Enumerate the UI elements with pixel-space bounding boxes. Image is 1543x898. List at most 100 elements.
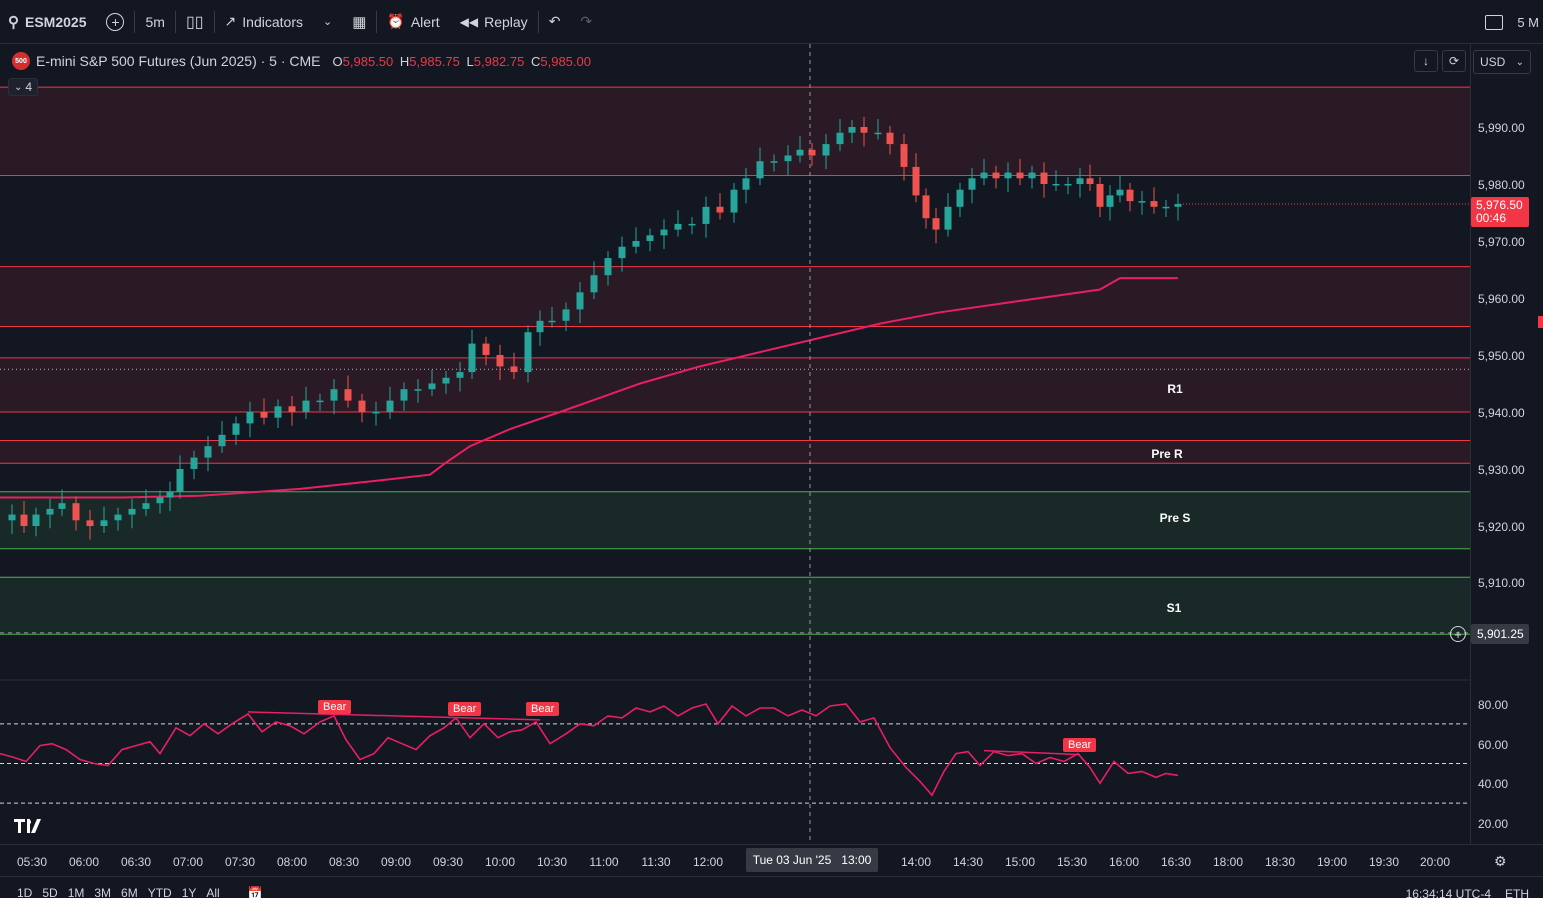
candle-body [1064, 184, 1072, 186]
candle-body [1106, 195, 1114, 207]
crosshair-time-badge: Tue 03 Jun '25 13:00 [746, 848, 878, 872]
currency-select[interactable]: USD ⌄ [1473, 50, 1531, 74]
toolbar-right-text[interactable]: 5 M [1517, 15, 1539, 30]
session-label[interactable]: ETH [1505, 887, 1529, 898]
candle-body [956, 189, 964, 207]
candle-body [32, 514, 40, 526]
price-tick: 5,920.00 [1478, 520, 1525, 534]
price-tick: 5,930.00 [1478, 463, 1525, 477]
range-6m-button[interactable]: 6M [116, 886, 143, 898]
add-alert-icon[interactable]: + [1450, 626, 1466, 642]
price-tick: 5,980.00 [1478, 178, 1525, 192]
rsi-tick: 40.00 [1478, 777, 1509, 791]
reset-chart-button[interactable]: ⟳ [1442, 50, 1466, 72]
range-3m-button[interactable]: 3M [89, 886, 116, 898]
candle-body [86, 520, 94, 526]
indicator-templates-button[interactable]: ⌄ [313, 0, 342, 44]
alarm-clock-icon: ⏰ [387, 13, 405, 29]
candle-body [756, 161, 764, 179]
candle-body [730, 189, 738, 213]
layouts-button[interactable]: ▦ [342, 0, 376, 44]
time-tick: 19:30 [1368, 855, 1400, 869]
compare-button[interactable]: + [96, 0, 134, 44]
candle-body [822, 144, 830, 156]
chart-type-button[interactable]: ▯▯ [176, 0, 214, 44]
candle-body [190, 457, 198, 469]
candle-body [836, 132, 844, 145]
replay-label: Replay [484, 13, 528, 30]
candle-body [536, 320, 544, 333]
refresh-icon: ⟳ [1448, 54, 1460, 68]
series-legend[interactable]: 500 E-mini S&P 500 Futures (Jun 2025) · … [8, 52, 595, 70]
candle-body [100, 520, 108, 526]
indicators-button[interactable]: ↗ Indicators [215, 0, 313, 44]
crosshair-date: Tue 03 Jun '25 [752, 853, 832, 867]
candle-body [944, 206, 952, 230]
range-ytd-button[interactable]: YTD [143, 886, 177, 898]
bottom-bar-right: 16:34:14 UTC-4 ETH [1406, 887, 1529, 898]
undo-button[interactable]: ↶ [539, 0, 571, 44]
range-1m-button[interactable]: 1M [63, 886, 90, 898]
candle-body [330, 389, 338, 401]
ohlc-high: 5,985.75 [409, 53, 460, 69]
candle-body [702, 206, 710, 224]
currency-label: USD [1480, 55, 1506, 69]
candle-body [932, 218, 940, 230]
price-axis[interactable] [1470, 44, 1536, 844]
interval-button[interactable]: 5m [135, 0, 174, 44]
symbol-search[interactable]: ⚲ ESM2025 [0, 0, 96, 44]
price-chart[interactable] [0, 44, 1470, 844]
candle-body [372, 412, 380, 414]
candle-body [1138, 201, 1146, 203]
rsi-tick: 80.00 [1478, 698, 1509, 712]
candle-body [860, 127, 868, 133]
candle-body [992, 172, 1000, 179]
time-tick: 19:00 [1316, 855, 1348, 869]
candle-body [576, 292, 584, 310]
candle-body [58, 503, 66, 509]
time-tick: 16:30 [1160, 855, 1192, 869]
candle-body [1116, 189, 1124, 196]
indicators-collapse-button[interactable]: ⌄ 4 [8, 78, 38, 96]
chevron-down-icon: ⌄ [322, 16, 333, 28]
zone-label-r1: R1 [1167, 382, 1183, 396]
candle-body [874, 132, 882, 135]
scroll-to-latest-button[interactable]: ↓ [1414, 50, 1438, 72]
candle-body [562, 309, 570, 321]
candle-body [912, 166, 920, 196]
calendar-icon[interactable]: 📅 [243, 886, 268, 898]
interval-label: 5m [145, 13, 165, 30]
settings-gear-icon[interactable]: ⚙ [1494, 853, 1507, 870]
resistance-zone [0, 357, 1470, 412]
chart-corner-buttons: ↓ ⟳ [1414, 50, 1466, 72]
candle-body [128, 508, 136, 515]
fullscreen-icon[interactable] [1485, 14, 1504, 30]
time-tick: 07:00 [172, 855, 204, 869]
candle-body [660, 229, 668, 236]
time-tick: 14:30 [952, 855, 984, 869]
range-5d-button[interactable]: 5D [37, 886, 62, 898]
redo-button[interactable]: ↷ [570, 0, 602, 44]
candle-body [1040, 172, 1048, 184]
range-1y-button[interactable]: 1Y [177, 886, 202, 898]
time-tick: 06:30 [120, 855, 152, 869]
candle-body [632, 241, 640, 247]
series-title[interactable]: E-mini S&P 500 Futures (Jun 2025) · 5 · … [36, 53, 321, 69]
range-all-button[interactable]: All [201, 886, 224, 898]
alert-button[interactable]: ⏰ Alert [377, 0, 449, 44]
rewind-icon: ◀◀ [459, 14, 479, 29]
clock-label[interactable]: 16:34:14 UTC-4 [1406, 887, 1491, 898]
replay-button[interactable]: ◀◀ Replay [450, 0, 538, 44]
time-tick: 11:00 [589, 855, 619, 869]
candle-body [274, 406, 282, 418]
range-1d-button[interactable]: 1D [12, 886, 37, 898]
candle-body [548, 320, 556, 323]
candle-body [428, 383, 436, 390]
bear-divergence-label: Bear [1063, 738, 1097, 752]
candle-body [1096, 184, 1104, 207]
candle-body [246, 412, 254, 424]
candle-body [742, 178, 750, 190]
chart-pane[interactable] [0, 44, 1470, 844]
rsi-divergence-line [247, 711, 541, 721]
price-tick: 5,960.00 [1478, 292, 1525, 306]
